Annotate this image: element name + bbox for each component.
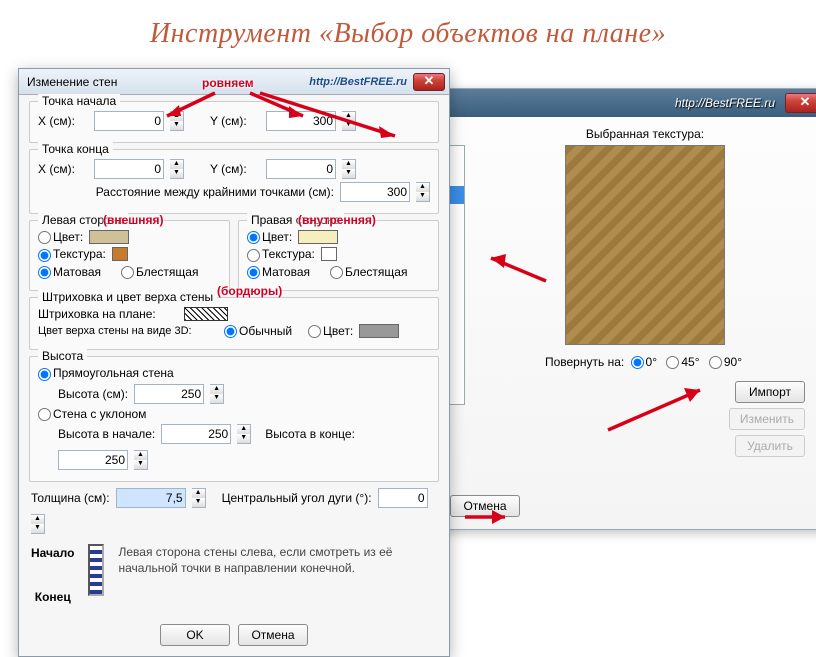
- import-button[interactable]: Импорт: [735, 381, 805, 403]
- radio-glossy[interactable]: Блестящая: [330, 265, 407, 279]
- rot-0[interactable]: 0°: [631, 355, 657, 369]
- spinner[interactable]: ▲▼: [31, 514, 45, 534]
- x-start-input[interactable]: [94, 111, 164, 131]
- rot-90[interactable]: 90°: [709, 355, 742, 369]
- edit-button[interactable]: Изменить: [729, 408, 805, 430]
- radio-color[interactable]: Цвет:: [38, 230, 83, 244]
- dist-input[interactable]: [340, 182, 410, 202]
- rotate-label: Повернуть на:: [545, 355, 624, 369]
- cancel-button[interactable]: Отмена: [450, 495, 520, 517]
- dialog-title: Изменение стен: [23, 75, 309, 89]
- spinner[interactable]: ▲▼: [170, 159, 184, 179]
- h-end-input[interactable]: [58, 450, 128, 470]
- color-swatch[interactable]: [359, 324, 399, 338]
- radio-rect-wall[interactable]: Прямоугольная стена: [38, 366, 174, 380]
- x-label: X (см):: [38, 162, 88, 176]
- group-start-point: Точка начала X (см): ▲▼ Y (см): ▲▼: [29, 101, 439, 143]
- hatch-swatch[interactable]: [184, 307, 228, 321]
- cancel-button[interactable]: Отмена: [238, 624, 308, 646]
- spinner[interactable]: ▲▼: [416, 182, 430, 202]
- hatch-label: Штриховка на плане:: [38, 307, 178, 321]
- rot-45[interactable]: 45°: [666, 355, 699, 369]
- x-end-input[interactable]: [94, 159, 164, 179]
- x-label: X (см):: [38, 114, 88, 128]
- texture-preview: [565, 145, 725, 345]
- titlebar[interactable]: Изменение стен http://BestFREE.ru ✕: [19, 69, 449, 95]
- color-swatch[interactable]: [89, 230, 129, 244]
- spinner[interactable]: ▲▼: [237, 424, 251, 444]
- ok-button[interactable]: OK: [160, 624, 230, 646]
- group-title: Правая сторона: [247, 213, 344, 227]
- spinner[interactable]: ▲▼: [342, 111, 356, 131]
- spinner[interactable]: ▲▼: [170, 111, 184, 131]
- group-left-side: Левая сторона Цвет: Текстура: Матовая Бл…: [29, 220, 230, 291]
- spinner[interactable]: ▲▼: [342, 159, 356, 179]
- wall-edit-dialog: Изменение стен http://BestFREE.ru ✕ Точк…: [18, 68, 450, 657]
- height-label: Высота (см):: [58, 387, 128, 401]
- spinner[interactable]: ▲▼: [134, 450, 148, 470]
- h-start-label: Высота в начале:: [58, 427, 155, 441]
- close-icon[interactable]: ✕: [785, 93, 816, 113]
- radio-color-top[interactable]: Цвет:: [308, 324, 353, 338]
- spinner[interactable]: ▲▼: [192, 488, 206, 508]
- delete-button[interactable]: Удалить: [735, 435, 805, 457]
- group-end-point: Точка конца X (см): ▲▼ Y (см): ▲▼ Рассто…: [29, 149, 439, 214]
- thickness-input[interactable]: [116, 488, 186, 508]
- y-end-input[interactable]: [266, 159, 336, 179]
- arc-label: Центральный угол дуги (°):: [222, 491, 372, 505]
- close-icon[interactable]: ✕: [413, 73, 445, 91]
- group-title: Левая сторона: [38, 213, 128, 227]
- radio-slope-wall[interactable]: Стена с уклоном: [38, 407, 146, 421]
- texture-swatch[interactable]: [112, 247, 128, 261]
- rotate-row: Повернуть на: 0° 45° 90°: [475, 355, 815, 369]
- dist-label: Расстояние между крайними точками (см):: [38, 185, 334, 199]
- watermark-url: http://BestFREE.ru: [675, 96, 775, 110]
- start-end-labels: Начало Конец: [31, 544, 74, 604]
- group-title: Высота: [38, 349, 87, 363]
- group-hatch: Штриховка и цвет верха стены Штриховка н…: [29, 297, 439, 350]
- group-title: Точка конца: [38, 142, 113, 156]
- group-title: Штриховка и цвет верха стены: [38, 290, 217, 304]
- h-start-input[interactable]: [161, 424, 231, 444]
- group-height: Высота Прямоугольная стена Высота (см): …: [29, 356, 439, 482]
- watermark-url: http://BestFREE.ru: [309, 76, 407, 88]
- radio-texture[interactable]: Текстура:: [38, 247, 106, 261]
- h-end-label: Высота в конце:: [265, 427, 355, 441]
- radio-matte[interactable]: Матовая: [247, 265, 310, 279]
- radio-color[interactable]: Цвет:: [247, 230, 292, 244]
- thickness-label: Толщина (см):: [31, 491, 110, 505]
- arc-input[interactable]: [378, 488, 428, 508]
- top3d-label: Цвет верха стены на виде 3D:: [38, 325, 218, 337]
- group-right-side: Правая сторона Цвет: Текстура: Матовая Б…: [238, 220, 439, 291]
- color-swatch[interactable]: [298, 230, 338, 244]
- y-start-input[interactable]: [266, 111, 336, 131]
- radio-texture[interactable]: Текстура:: [247, 247, 315, 261]
- explanation-text: Левая сторона стены слева, если смотреть…: [118, 544, 437, 576]
- radio-normal[interactable]: Обычный: [224, 324, 292, 338]
- start-label: Начало: [31, 546, 74, 560]
- wall-orientation-icon: [88, 544, 104, 596]
- height-input[interactable]: [134, 384, 204, 404]
- y-label: Y (см):: [210, 162, 260, 176]
- end-label: Конец: [35, 590, 71, 604]
- y-label: Y (см):: [210, 114, 260, 128]
- radio-glossy[interactable]: Блестящая: [121, 265, 198, 279]
- texture-swatch[interactable]: [321, 247, 337, 261]
- radio-matte[interactable]: Матовая: [38, 265, 101, 279]
- group-title: Точка начала: [38, 94, 120, 108]
- spinner[interactable]: ▲▼: [210, 384, 224, 404]
- page-title: Инструмент «Выбор объектов на плане»: [0, 0, 816, 58]
- texture-title: Выбранная текстура:: [475, 127, 815, 141]
